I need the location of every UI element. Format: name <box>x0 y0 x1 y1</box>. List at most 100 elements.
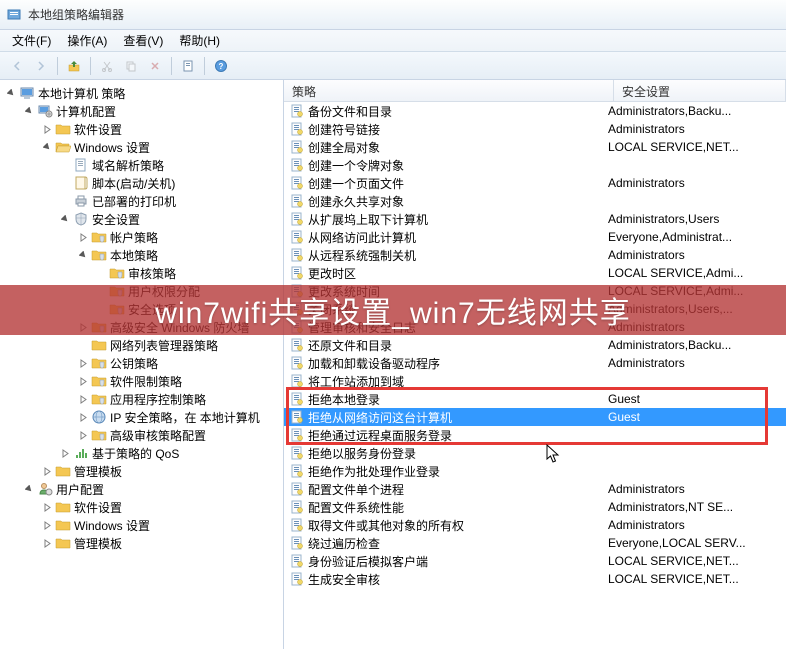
policy-row[interactable]: 拒绝从网络访问这台计算机Guest <box>284 408 786 426</box>
policy-row[interactable]: 拒绝本地登录Guest <box>284 390 786 408</box>
tree-toggle-icon[interactable] <box>40 536 54 550</box>
tree-toggle-icon[interactable] <box>58 446 72 460</box>
tree-toggle-icon[interactable] <box>76 392 90 406</box>
tree-node[interactable]: 本地计算机 策略 <box>0 84 283 102</box>
policy-row[interactable]: 配置文件系统性能Administrators,NT SE... <box>284 498 786 516</box>
tree-node[interactable]: 管理模板 <box>0 534 283 552</box>
tree-node[interactable]: 应用程序控制策略 <box>0 390 283 408</box>
tree-node[interactable]: 高级审核策略配置 <box>0 426 283 444</box>
tree-toggle-icon[interactable] <box>76 248 90 262</box>
tree-node[interactable]: 软件设置 <box>0 498 283 516</box>
nav-back-button[interactable] <box>6 55 28 77</box>
policy-name: 将工作站添加到域 <box>308 373 404 390</box>
policy-row[interactable]: 拒绝通过远程桌面服务登录 <box>284 426 786 444</box>
policy-name: 拒绝本地登录 <box>308 391 380 408</box>
policy-icon <box>290 518 304 532</box>
tree-toggle-icon[interactable] <box>76 374 90 388</box>
menu-file[interactable]: 文件(F) <box>4 30 59 51</box>
policy-row[interactable]: 关闭系统Administrators,Users,... <box>284 300 786 318</box>
tree-toggle-icon[interactable] <box>40 518 54 532</box>
tree-node[interactable]: 已部署的打印机 <box>0 192 283 210</box>
help-button[interactable]: ? <box>210 55 232 77</box>
menu-view[interactable]: 查看(V) <box>115 30 171 51</box>
tree-toggle-icon[interactable] <box>76 356 90 370</box>
policy-row[interactable]: 从网络访问此计算机Everyone,Administrat... <box>284 228 786 246</box>
list-body[interactable]: 备份文件和目录Administrators,Backu...创建符号链接Admi… <box>284 102 786 649</box>
tree-toggle-icon[interactable] <box>22 104 36 118</box>
tree-node[interactable]: IP 安全策略，在 本地计算机 <box>0 408 283 426</box>
tree-node[interactable]: 公钥策略 <box>0 354 283 372</box>
tree-node[interactable]: 帐户策略 <box>0 228 283 246</box>
tree-node[interactable]: 安全设置 <box>0 210 283 228</box>
tree-toggle-icon[interactable] <box>40 500 54 514</box>
policy-row[interactable]: 创建永久共享对象 <box>284 192 786 210</box>
tree-node-label: 高级审核策略配置 <box>110 427 206 444</box>
tree-node[interactable]: Windows 设置 <box>0 138 283 156</box>
up-button[interactable] <box>63 55 85 77</box>
policy-row[interactable]: 拒绝作为批处理作业登录 <box>284 462 786 480</box>
policy-row[interactable]: 加载和卸载设备驱动程序Administrators <box>284 354 786 372</box>
tree-toggle-icon[interactable] <box>22 482 36 496</box>
tree-toggle-icon[interactable] <box>58 212 72 226</box>
nav-forward-button[interactable] <box>30 55 52 77</box>
tree-toggle-icon[interactable] <box>40 122 54 136</box>
policy-row[interactable]: 配置文件单个进程Administrators <box>284 480 786 498</box>
tree-node-label: 基于策略的 QoS <box>92 445 179 462</box>
column-policy[interactable]: 策略 <box>284 80 614 101</box>
delete-button[interactable] <box>144 55 166 77</box>
menu-action[interactable]: 操作(A) <box>59 30 115 51</box>
properties-button[interactable] <box>177 55 199 77</box>
tree-node[interactable]: 域名解析策略 <box>0 156 283 174</box>
security-setting: Administrators,Users <box>602 212 786 226</box>
tree-toggle-icon[interactable] <box>40 140 54 154</box>
policy-row[interactable]: 生成安全审核LOCAL SERVICE,NET... <box>284 570 786 588</box>
policy-row[interactable]: 创建符号链接Administrators <box>284 120 786 138</box>
policy-row[interactable]: 还原文件和目录Administrators,Backu... <box>284 336 786 354</box>
cut-button[interactable] <box>96 55 118 77</box>
tree-node[interactable]: 计算机配置 <box>0 102 283 120</box>
tree-node[interactable]: 审核策略 <box>0 264 283 282</box>
tree-toggle-icon[interactable] <box>40 464 54 478</box>
policy-row[interactable]: 更改系统时间LOCAL SERVICE,Admi... <box>284 282 786 300</box>
tree-node[interactable]: Windows 设置 <box>0 516 283 534</box>
security-setting: Everyone,LOCAL SERV... <box>602 536 786 550</box>
policy-row[interactable]: 创建一个令牌对象 <box>284 156 786 174</box>
policy-row[interactable]: 将工作站添加到域 <box>284 372 786 390</box>
copy-button[interactable] <box>120 55 142 77</box>
tree-node[interactable]: 高级安全 Windows 防火墙 <box>0 318 283 336</box>
policy-row[interactable]: 绕过遍历检查Everyone,LOCAL SERV... <box>284 534 786 552</box>
tree-node[interactable]: 管理模板 <box>0 462 283 480</box>
column-security[interactable]: 安全设置 <box>614 80 786 101</box>
policy-row[interactable]: 从远程系统强制关机Administrators <box>284 246 786 264</box>
policy-icon <box>290 320 304 334</box>
policy-row[interactable]: 创建一个页面文件Administrators <box>284 174 786 192</box>
tree-node[interactable]: 用户配置 <box>0 480 283 498</box>
folder-s-icon <box>91 319 107 335</box>
tree-toggle-icon[interactable] <box>76 230 90 244</box>
policy-icon <box>290 482 304 496</box>
policy-name: 还原文件和目录 <box>308 337 392 354</box>
tree-toggle-icon[interactable] <box>76 320 90 334</box>
policy-row[interactable]: 身份验证后模拟客户端LOCAL SERVICE,NET... <box>284 552 786 570</box>
tree-node[interactable]: 网络列表管理器策略 <box>0 336 283 354</box>
policy-row[interactable]: 管理审核和安全日志Administrators <box>284 318 786 336</box>
tree-node[interactable]: 安全选项 <box>0 300 283 318</box>
tree-panel[interactable]: 本地计算机 策略计算机配置软件设置Windows 设置域名解析策略脚本(启动/关… <box>0 80 284 649</box>
tree-toggle-icon[interactable] <box>76 410 90 424</box>
tree-node[interactable]: 用户权限分配 <box>0 282 283 300</box>
menu-help[interactable]: 帮助(H) <box>171 30 228 51</box>
tree-node[interactable]: 软件设置 <box>0 120 283 138</box>
tree-node[interactable]: 软件限制策略 <box>0 372 283 390</box>
policy-row[interactable]: 从扩展坞上取下计算机Administrators,Users <box>284 210 786 228</box>
policy-row[interactable]: 取得文件或其他对象的所有权Administrators <box>284 516 786 534</box>
policy-row[interactable]: 更改时区LOCAL SERVICE,Admi... <box>284 264 786 282</box>
policy-row[interactable]: 备份文件和目录Administrators,Backu... <box>284 102 786 120</box>
tree-node[interactable]: 脚本(启动/关机) <box>0 174 283 192</box>
tree-node[interactable]: 本地策略 <box>0 246 283 264</box>
tree-node[interactable]: 基于策略的 QoS <box>0 444 283 462</box>
security-setting: Administrators,NT SE... <box>602 500 786 514</box>
policy-row[interactable]: 创建全局对象LOCAL SERVICE,NET... <box>284 138 786 156</box>
policy-row[interactable]: 拒绝以服务身份登录 <box>284 444 786 462</box>
tree-toggle-icon[interactable] <box>76 428 90 442</box>
tree-toggle-icon[interactable] <box>4 86 18 100</box>
